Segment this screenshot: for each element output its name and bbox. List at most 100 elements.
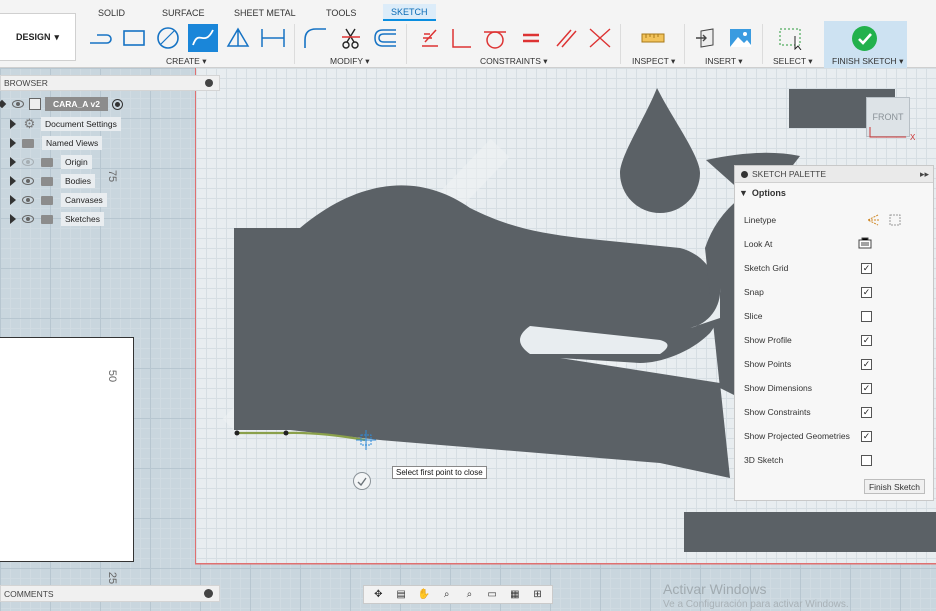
centerline-linetype-icon[interactable]	[888, 214, 902, 226]
finish-sketch-label: FINISH SKETCH	[832, 56, 897, 66]
palette-pin-icon[interactable]	[741, 170, 748, 178]
3d-sketch-checkbox[interactable]	[861, 454, 872, 466]
display-settings-icon[interactable]: ▭	[484, 588, 500, 601]
eye-icon[interactable]	[22, 177, 34, 185]
perpendicular-constraint-icon[interactable]	[446, 24, 476, 52]
spline-point[interactable]	[234, 430, 240, 436]
tab-sketch[interactable]: SKETCH	[383, 4, 436, 21]
triangle-tool-icon[interactable]	[223, 24, 253, 52]
measure-tool-icon[interactable]	[638, 24, 668, 52]
tab-tools[interactable]: TOOLS	[318, 4, 364, 21]
insert-canvas-image-icon[interactable]	[725, 24, 755, 52]
trim-scissors-icon[interactable]	[336, 24, 366, 52]
browser-item-document-settings[interactable]: ⚙ Document Settings	[10, 116, 121, 132]
spline-point[interactable]	[283, 430, 289, 436]
browser-collapse-icon[interactable]	[205, 79, 213, 87]
viewports-icon[interactable]: ⊞	[530, 588, 546, 601]
slice-checkbox[interactable]	[861, 310, 872, 322]
show-projected-geometries-checkbox[interactable]: ✓	[861, 430, 872, 442]
folder-icon	[41, 157, 53, 167]
comments-panel-header[interactable]: COMMENTS	[0, 585, 220, 602]
ruler-label-50: 50	[106, 369, 119, 383]
palette-row-label: Look At	[744, 239, 773, 249]
dimension-tool-icon[interactable]	[258, 24, 288, 52]
expand-panel-icon[interactable]: ▸▸	[920, 169, 929, 180]
orbit-icon[interactable]: ✥	[370, 588, 386, 601]
show-points-checkbox[interactable]: ✓	[861, 358, 872, 370]
fit-zoom-icon[interactable]: ⌕	[461, 588, 477, 601]
eye-icon[interactable]	[12, 100, 24, 108]
show-constraints-checkbox[interactable]: ✓	[861, 406, 872, 418]
expand-down-icon[interactable]	[0, 99, 7, 109]
sketch-palette: SKETCH PALETTE ▸▸ ▼ Options Linetype Loo…	[734, 165, 934, 501]
expand-icon[interactable]	[10, 176, 16, 186]
folder-icon	[41, 176, 53, 186]
tab-solid[interactable]: SOLID	[90, 4, 133, 21]
look-at-icon[interactable]	[858, 237, 872, 249]
insert-derive-icon[interactable]	[692, 24, 722, 52]
palette-finish-sketch-button[interactable]: Finish Sketch	[863, 479, 925, 494]
fillet-tool-icon[interactable]	[300, 24, 330, 52]
folder-icon	[41, 195, 53, 205]
browser-header[interactable]: BROWSER	[0, 75, 220, 91]
design-workspace-button[interactable]: DESIGN ▾	[0, 13, 76, 61]
palette-row-snap: Snap ✓	[744, 283, 924, 301]
constraints-menu[interactable]: CONSTRAINTS ▾	[480, 56, 548, 67]
zoom-icon[interactable]: ⌕	[439, 588, 455, 601]
tab-surface[interactable]: SURFACE	[154, 4, 213, 21]
browser-item-label: Origin	[61, 155, 92, 169]
fix-constraint-icon[interactable]	[414, 24, 444, 52]
create-menu[interactable]: CREATE ▾	[166, 56, 207, 67]
browser-item-sketches[interactable]: Sketches	[10, 211, 104, 227]
expand-icon[interactable]	[10, 138, 16, 148]
equal-constraint-icon[interactable]	[516, 24, 546, 52]
palette-row-3d-sketch: 3D Sketch	[744, 451, 924, 469]
spline-tool-icon[interactable]	[188, 24, 218, 52]
tangent-constraint-icon[interactable]	[480, 24, 510, 52]
eye-icon[interactable]	[22, 196, 34, 204]
browser-item-canvases[interactable]: Canvases	[10, 192, 107, 208]
confirm-check-icon[interactable]	[353, 472, 371, 490]
horizontal-constraint-icon[interactable]	[585, 24, 615, 52]
expand-icon[interactable]	[10, 214, 16, 224]
browser-root-item[interactable]: CARA_A v2	[0, 96, 123, 112]
line-tool-icon[interactable]	[85, 24, 115, 52]
expand-icon[interactable]	[10, 195, 16, 205]
expand-icon[interactable]	[10, 119, 16, 129]
insert-menu[interactable]: INSERT ▾	[705, 56, 743, 67]
finish-sketch-button[interactable]: FINISH SKETCH ▾	[824, 21, 907, 68]
show-profile-checkbox[interactable]: ✓	[861, 334, 872, 346]
palette-row-label: Show Points	[744, 359, 792, 369]
tab-sheet-metal[interactable]: SHEET METAL	[226, 4, 304, 21]
palette-row-show-constraints: Show Constraints ✓	[744, 403, 924, 421]
eye-icon[interactable]	[22, 215, 34, 223]
rectangle-tool-icon[interactable]	[119, 24, 149, 52]
show-dimensions-checkbox[interactable]: ✓	[861, 382, 872, 394]
eye-hidden-icon[interactable]	[22, 158, 34, 166]
palette-title: SKETCH PALETTE	[752, 169, 826, 179]
select-menu[interactable]: SELECT ▾	[773, 56, 813, 67]
expand-icon[interactable]	[10, 157, 16, 167]
select-window-icon[interactable]	[776, 24, 806, 52]
browser-item-named-views[interactable]: Named Views	[10, 135, 103, 151]
offset-tool-icon[interactable]	[370, 24, 400, 52]
inspect-menu[interactable]: INSPECT ▾	[632, 56, 675, 67]
grid-settings-icon[interactable]: ▦	[507, 588, 523, 601]
look-at-nav-icon[interactable]: ▤	[393, 588, 409, 601]
modify-menu[interactable]: MODIFY ▾	[330, 56, 370, 67]
palette-row-label: Linetype	[744, 215, 777, 225]
folder-icon	[22, 138, 34, 148]
options-section-header[interactable]: ▼ Options	[735, 183, 933, 203]
palette-header[interactable]: SKETCH PALETTE ▸▸	[735, 166, 933, 183]
pan-hand-icon[interactable]: ✋	[416, 588, 432, 601]
activate-radio-icon[interactable]	[111, 98, 123, 110]
browser-item-bodies[interactable]: Bodies	[10, 173, 95, 189]
browser-item-origin[interactable]: Origin	[10, 154, 92, 170]
parallel-constraint-icon[interactable]	[551, 24, 581, 52]
add-comment-icon[interactable]	[204, 589, 213, 598]
circle-tool-icon[interactable]	[153, 24, 183, 52]
construction-linetype-icon[interactable]	[866, 214, 880, 226]
snap-checkbox[interactable]: ✓	[861, 286, 872, 298]
component-icon	[29, 98, 41, 110]
sketch-grid-checkbox[interactable]: ✓	[861, 262, 872, 274]
